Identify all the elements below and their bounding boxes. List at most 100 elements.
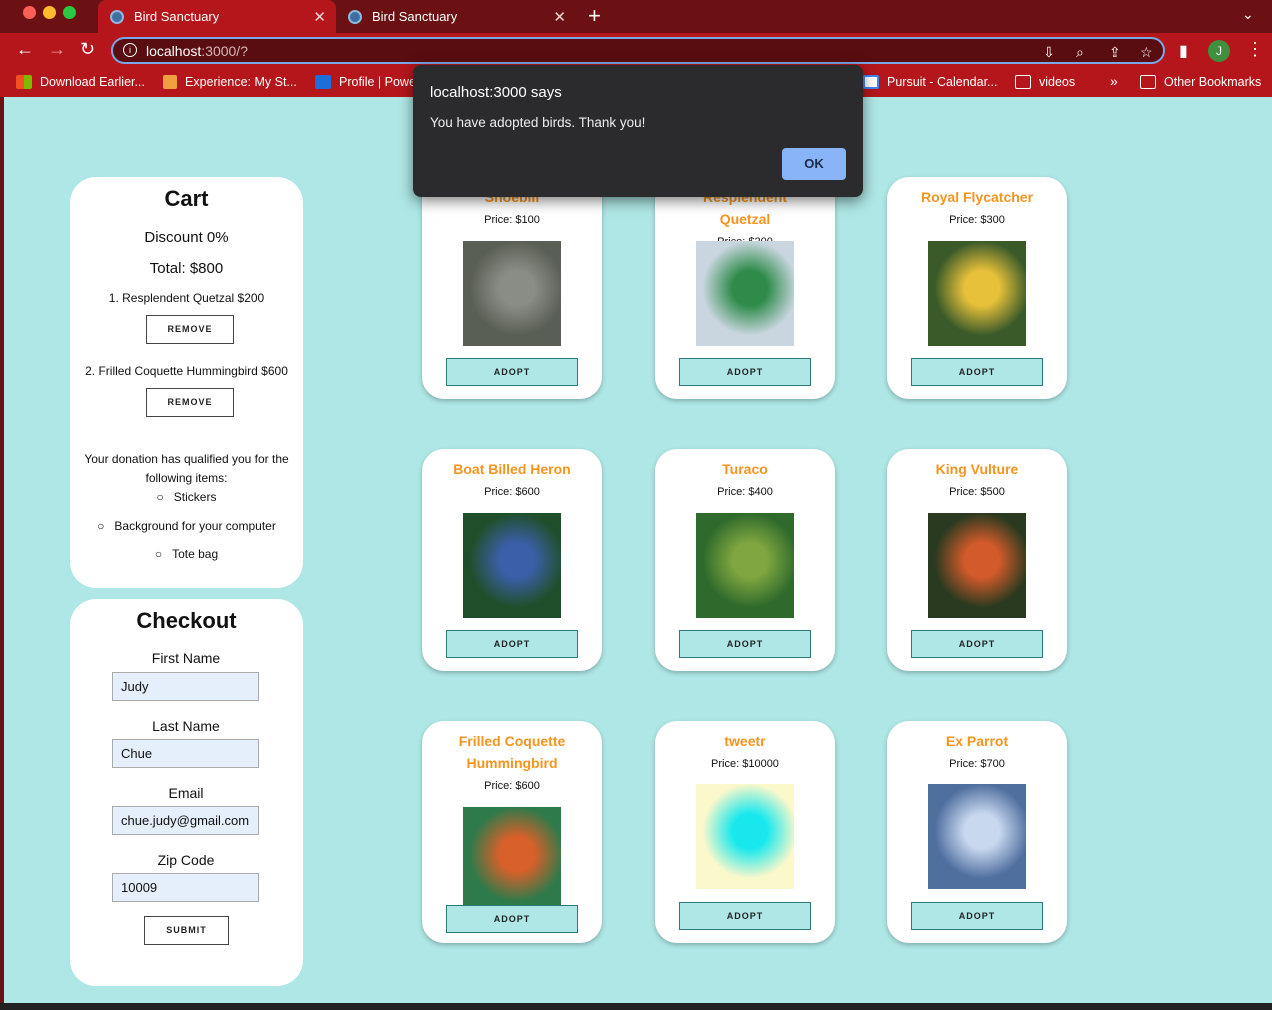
bonus-item-label: Background for your computer [114,519,276,533]
dialog-title: localhost:3000 says [430,84,562,101]
bird-photo [928,513,1026,618]
bird-card: Royal Flycatcher Price: $300 ADOPT [887,177,1067,399]
submit-button[interactable]: SUBMIT [144,916,229,945]
last-name-input[interactable]: Chue [112,739,259,768]
adopt-button[interactable]: ADOPT [446,630,578,658]
adopt-button[interactable]: ADOPT [911,630,1043,658]
new-tab-icon[interactable]: + [588,3,601,29]
bird-price: Price: $600 [484,486,540,498]
bird-name: Boat Billed Heron [453,461,571,477]
ok-button[interactable]: OK [782,148,846,180]
bookmark-star-icon[interactable]: ☆ [1140,44,1153,61]
url-text: localhost:3000/? [146,43,248,59]
cart-item-1: 1. Resplendent Quetzal $200 [108,291,265,305]
url-path: :3000/? [201,43,248,59]
bookmark-label: Experience: My St... [185,75,297,89]
window-bottom-edge [0,1003,1272,1010]
page-content: Cart Discount 0% Total: $800 1. Resplend… [4,97,1272,1003]
tab-bird-sanctuary-2[interactable]: Bird Sanctuary ✕ [336,0,576,33]
adopt-button[interactable]: ADOPT [446,905,578,933]
bullet-icon: ○ [154,547,173,561]
folder-icon [1015,75,1031,89]
tab-search-chevron-icon[interactable]: ⌄ [1242,6,1254,23]
bird-photo [928,784,1026,889]
bird-card: Ex Parrot Price: $700 ADOPT [887,721,1067,943]
last-name-label: Last Name [152,718,220,734]
bird-card: Turaco Price: $400 ADOPT [655,449,835,671]
dialog-message: You have adopted birds. Thank you! [430,115,646,130]
total-text: Total: $800 [149,260,224,277]
checkout-heading: Checkout [136,608,237,633]
tab-title: Bird Sanctuary [372,9,458,24]
zoom-icon[interactable]: ⌕ [1076,44,1084,61]
bookmark-label: Pursuit - Calendar... [887,75,998,89]
bird-price: Price: $10000 [711,758,779,770]
adopt-button[interactable]: ADOPT [679,630,811,658]
bookmark-experience[interactable]: Experience: My St... [163,75,297,89]
first-name-label: First Name [151,650,221,666]
maximize-window-button[interactable] [63,6,76,19]
sidebar-icon[interactable]: ▮ [1179,41,1188,61]
minimize-window-button[interactable] [43,6,56,19]
tab-bird-sanctuary-1[interactable]: Bird Sanctuary ✕ [98,0,336,33]
bird-name: King Vulture [935,461,1019,477]
adopt-button[interactable]: ADOPT [679,902,811,930]
adopt-button[interactable]: ADOPT [911,358,1043,386]
cart-heading: Cart [164,186,209,211]
bird-favicon-icon [348,9,362,24]
site-info-icon[interactable]: i [123,43,137,57]
tab-title: Bird Sanctuary [134,9,220,24]
email-label: Email [168,785,204,801]
bookmark-download-earlier[interactable]: Download Earlier... [16,75,145,89]
bird-price: Price: $500 [949,486,1005,498]
back-icon[interactable]: ← [16,39,34,60]
bonus-intro: Your donation has qualified you for the … [84,452,289,485]
bird-price: Price: $600 [484,780,540,792]
experience-logo-icon [163,75,177,89]
bird-name: Turaco [722,461,768,477]
remove-button[interactable]: REMOVE [146,315,234,344]
bonus-item-tote: ○ Tote bag [70,547,303,561]
close-tab-icon[interactable]: ✕ [553,8,566,26]
bookmark-profile[interactable]: Profile | Powe [315,75,416,89]
profile-avatar[interactable]: J [1208,40,1230,62]
bookmark-label: Other Bookmarks [1164,75,1262,89]
adopt-button[interactable]: ADOPT [679,358,811,386]
install-icon[interactable]: ⇩ [1043,44,1055,61]
address-bar[interactable]: i localhost:3000/? ⇩ ⌕ ⇪ ☆ [111,37,1165,64]
close-window-button[interactable] [23,6,36,19]
folder-icon [1140,75,1156,89]
remove-button[interactable]: REMOVE [146,388,234,417]
bullet-icon: ○ [97,519,115,533]
calendar-icon [863,75,879,89]
bird-photo [463,807,561,912]
adopt-button[interactable]: ADOPT [446,358,578,386]
share-icon[interactable]: ⇪ [1109,44,1121,61]
discount-text: Discount 0% [144,229,229,246]
forward-icon[interactable]: → [48,39,66,60]
menu-dots-icon[interactable]: ⋮ [1246,39,1264,60]
bird-photo [463,513,561,618]
bird-card: Shoebill Price: $100 ADOPT [422,177,602,399]
microsoft-logo-icon [16,75,32,89]
bird-card: Resplendent QuetzalPrice: $200ADOPT [655,177,835,399]
bookmark-other[interactable]: Other Bookmarks [1140,75,1261,89]
zip-code-input[interactable]: 10009 [112,873,259,902]
reload-icon[interactable]: ↻ [80,39,95,60]
adopt-button[interactable]: ADOPT [911,902,1043,930]
bookmark-label: videos [1039,75,1076,89]
more-bookmarks-icon[interactable]: » [1110,73,1118,89]
bookmark-pursuit-calendar[interactable]: Pursuit - Calendar... [863,75,997,89]
bonus-item-stickers: ○ Stickers [70,490,303,504]
bonus-item-label: Tote bag [172,547,219,561]
bookmark-videos[interactable]: videos [1015,75,1075,89]
alert-dialog: localhost:3000 says You have adopted bir… [413,65,863,197]
zip-code-label: Zip Code [157,852,215,868]
bird-card: King Vulture Price: $500 ADOPT [887,449,1067,671]
close-tab-icon[interactable]: ✕ [313,8,326,26]
bonus-item-background: ○ Background for your computer [70,519,303,533]
first-name-input[interactable]: Judy [112,672,259,701]
bird-price: Price: $300 [949,214,1005,226]
email-input[interactable]: chue.judy@gmail.com [112,806,259,835]
bird-price: Price: $400 [717,486,773,498]
